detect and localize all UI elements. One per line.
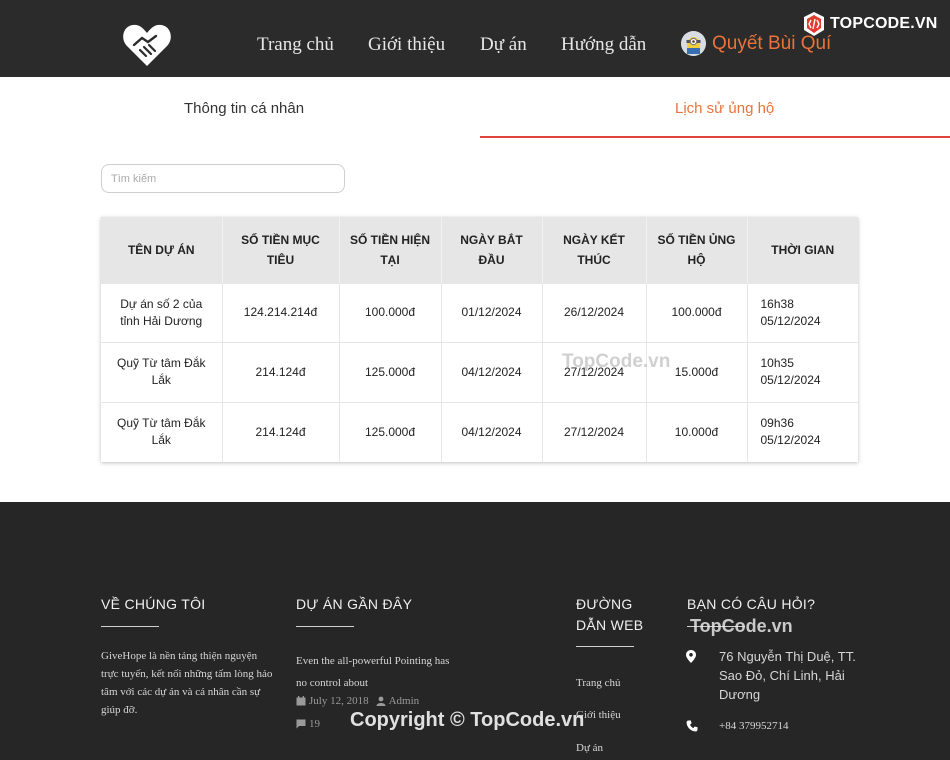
- tab-donation-history[interactable]: Lịch sử ủng hộ: [675, 100, 774, 117]
- footer-about-divider: [101, 626, 159, 627]
- project-name-cell: Quỹ Từ tâm Đắk Lắk: [101, 342, 223, 402]
- target-amount-cell: 124.214.214đ: [222, 282, 340, 343]
- footer-recent-post-comments: 19: [296, 718, 320, 730]
- time-cell: 16h38 05/12/2024: [747, 282, 858, 343]
- map-marker-icon: [686, 650, 696, 663]
- footer-links-title: ĐƯỜNG DẪN WEB: [576, 596, 644, 633]
- project-name-cell: Dự án số 2 của tỉnh Hải Dương: [101, 282, 223, 343]
- active-tab-indicator: [480, 136, 950, 138]
- start-date-cell: 01/12/2024: [441, 282, 543, 343]
- watermark-copyright: Copyright © TopCode.vn: [350, 709, 585, 731]
- footer-contact-divider: [687, 626, 745, 627]
- footer: VỀ CHÚNG TÔI GiveHope là nền tảng thiện …: [0, 502, 950, 760]
- comment-count: 19: [309, 718, 320, 730]
- comment-icon: [296, 719, 306, 729]
- brand-badge: TOPCODE.VN: [802, 11, 938, 37]
- time-cell: 10h35 05/12/2024: [747, 342, 858, 402]
- footer-contact-address: 76 Nguyễn Thị Duệ, TT. Sao Đỏ, Chí Linh,…: [719, 649, 856, 702]
- table-header-row: TÊN DỰ ÁN SỐ TIỀN MỤC TIÊU SỐ TIỀN HIỆN …: [101, 217, 858, 283]
- footer-recent-divider: [296, 626, 354, 627]
- current-amount-cell: 125.000đ: [339, 401, 442, 462]
- post-date: July 12, 2018: [309, 695, 369, 707]
- column-header-project-name: TÊN DỰ ÁN: [101, 217, 223, 283]
- column-header-end-date: NGÀY KẾT THÚC: [542, 217, 647, 283]
- end-date-cell: 27/12/2024: [542, 342, 647, 402]
- calendar-icon: [296, 696, 306, 706]
- nav-link-guide[interactable]: Hướng dẫn: [561, 34, 646, 56]
- brand-logo-icon: [804, 12, 824, 36]
- project-name-cell: Quỹ Từ tâm Đắk Lắk: [101, 401, 223, 462]
- table-row[interactable]: Quỹ Từ tâm Đắk Lắk 214.124đ 125.000đ 04/…: [101, 401, 858, 462]
- column-header-donated-amount: SỐ TIỀN ỦNG HỘ: [646, 217, 748, 283]
- footer-contact-phone: +84 379952714: [719, 720, 789, 732]
- start-date-cell: 04/12/2024: [441, 401, 543, 462]
- time-cell: 09h36 05/12/2024: [747, 401, 858, 462]
- nav-link-projects[interactable]: Dự án: [480, 34, 527, 56]
- footer-about-title: VỀ CHÚNG TÔI: [101, 596, 206, 612]
- nav-link-about[interactable]: Giới thiệu: [368, 34, 445, 56]
- end-date-cell: 27/12/2024: [542, 401, 647, 462]
- donated-amount-cell: 10.000đ: [646, 401, 748, 462]
- column-header-time: THỜI GIAN: [747, 217, 858, 283]
- column-header-target-amount: SỐ TIỀN MỤC TIÊU: [222, 217, 340, 283]
- end-date-cell: 26/12/2024: [542, 282, 647, 343]
- post-author: Admin: [388, 695, 420, 707]
- footer-recent-post-meta: July 12, 2018 Admin: [296, 695, 419, 707]
- navbar: Trang chủ Giới thiệu Dự án Hướng dẫn Quy…: [0, 0, 950, 77]
- footer-links-divider: [576, 646, 634, 647]
- nav-link-home[interactable]: Trang chủ: [257, 34, 334, 56]
- avatar: [681, 31, 706, 56]
- column-header-start-date: NGÀY BẮT ĐẦU: [441, 217, 543, 283]
- column-header-current-amount: SỐ TIỀN HIỆN TẠI: [339, 217, 442, 283]
- donated-amount-cell: 100.000đ: [646, 282, 748, 343]
- footer-link-about[interactable]: Giới thiệu: [576, 709, 621, 721]
- footer-link-projects[interactable]: Dự án: [576, 742, 603, 754]
- current-amount-cell: 125.000đ: [339, 342, 442, 402]
- donated-amount-cell: 15.000đ: [646, 342, 748, 402]
- footer-about-text: GiveHope là nền tảng thiện nguyện trực t…: [101, 650, 273, 716]
- target-amount-cell: 214.124đ: [222, 342, 340, 402]
- heart-handshake-logo-icon[interactable]: [121, 20, 173, 70]
- footer-recent-post-link[interactable]: Even the all-powerful Pointing has no co…: [296, 650, 454, 694]
- current-amount-cell: 100.000đ: [339, 282, 442, 343]
- footer-link-home[interactable]: Trang chủ: [576, 677, 621, 689]
- target-amount-cell: 214.124đ: [222, 401, 340, 462]
- table-row[interactable]: Quỹ Từ tâm Đắk Lắk 214.124đ 125.000đ 04/…: [101, 342, 858, 402]
- user-icon: [376, 696, 386, 706]
- brand-name: TOPCODE.VN: [830, 15, 938, 32]
- phone-icon: [686, 720, 698, 732]
- search-input[interactable]: [101, 164, 345, 193]
- table-row[interactable]: Dự án số 2 của tỉnh Hải Dương 124.214.21…: [101, 282, 858, 343]
- start-date-cell: 04/12/2024: [441, 342, 543, 402]
- footer-contact-title: BẠN CÓ CÂU HỎI?: [687, 596, 816, 612]
- donation-history-table: TÊN DỰ ÁN SỐ TIỀN MỤC TIÊU SỐ TIỀN HIỆN …: [101, 217, 858, 462]
- tab-personal-info[interactable]: Thông tin cá nhân: [184, 100, 304, 117]
- footer-recent-title: DỰ ÁN GẦN ĐÂY: [296, 596, 413, 612]
